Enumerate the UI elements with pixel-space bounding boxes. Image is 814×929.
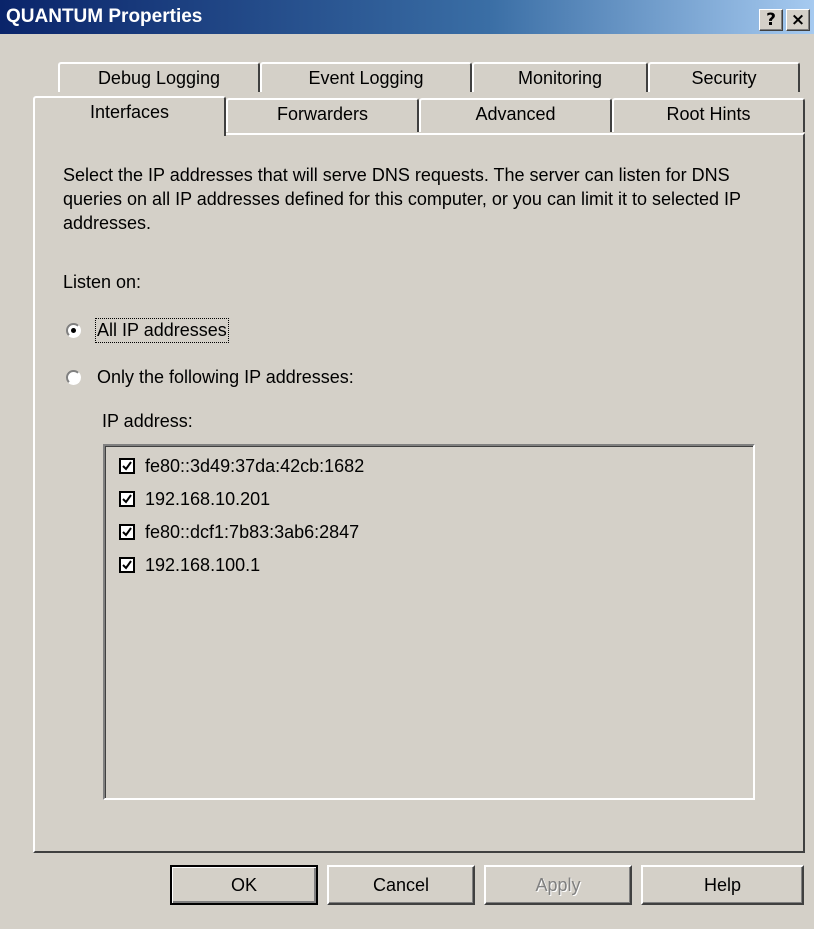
radio-all-ip[interactable] xyxy=(66,323,81,338)
tab-advanced[interactable]: Advanced xyxy=(419,98,612,132)
apply-button[interactable]: Apply xyxy=(484,865,632,905)
tab-security[interactable]: Security xyxy=(648,62,800,92)
tab-forwarders[interactable]: Forwarders xyxy=(226,98,419,132)
tab-interfaces[interactable]: Interfaces xyxy=(33,96,226,136)
tab-event-logging[interactable]: Event Logging xyxy=(260,62,472,92)
checkbox-checked-icon[interactable] xyxy=(119,491,135,507)
tab-monitoring[interactable]: Monitoring xyxy=(472,62,648,92)
ip-address-value: 192.168.10.201 xyxy=(145,489,271,509)
window-title: QUANTUM Properties xyxy=(6,6,203,27)
radio-all-ip-label[interactable]: All IP addresses xyxy=(95,318,229,343)
list-item[interactable]: fe80::3d49:37da:42cb:1682 xyxy=(119,453,364,479)
list-item[interactable]: fe80::dcf1:7b83:3ab6:2847 xyxy=(119,519,359,545)
cancel-button[interactable]: Cancel xyxy=(327,865,475,905)
checkbox-checked-icon[interactable] xyxy=(119,557,135,573)
list-item[interactable]: 192.168.10.201 xyxy=(119,486,270,512)
radio-only-following[interactable] xyxy=(66,370,81,385)
ip-address-value: fe80::3d49:37da:42cb:1682 xyxy=(145,456,365,476)
checkbox-checked-icon[interactable] xyxy=(119,458,135,474)
ip-address-value: fe80::dcf1:7b83:3ab6:2847 xyxy=(145,522,360,542)
title-bar: QUANTUM Properties ? × xyxy=(0,0,814,34)
list-item[interactable]: 192.168.100.1 xyxy=(119,552,260,578)
radio-selected-dot xyxy=(71,328,76,333)
ip-address-label: IP address: xyxy=(102,411,193,431)
tab-root-hints[interactable]: Root Hints xyxy=(612,98,805,132)
tab-debug-logging[interactable]: Debug Logging xyxy=(58,62,260,92)
close-icon[interactable]: × xyxy=(786,9,810,31)
listen-on-label: Listen on: xyxy=(63,272,142,292)
ip-address-list[interactable]: fe80::3d49:37da:42cb:1682 192.168.10.201… xyxy=(103,444,755,800)
checkbox-checked-icon[interactable] xyxy=(119,524,135,540)
description-text: Select the IP addresses that will serve … xyxy=(63,165,741,233)
help-button[interactable]: Help xyxy=(641,865,804,905)
ip-address-value: 192.168.100.1 xyxy=(145,555,261,575)
help-icon[interactable]: ? xyxy=(759,9,783,31)
ok-button[interactable]: OK xyxy=(170,865,318,905)
radio-only-following-label[interactable]: Only the following IP addresses: xyxy=(97,367,354,388)
